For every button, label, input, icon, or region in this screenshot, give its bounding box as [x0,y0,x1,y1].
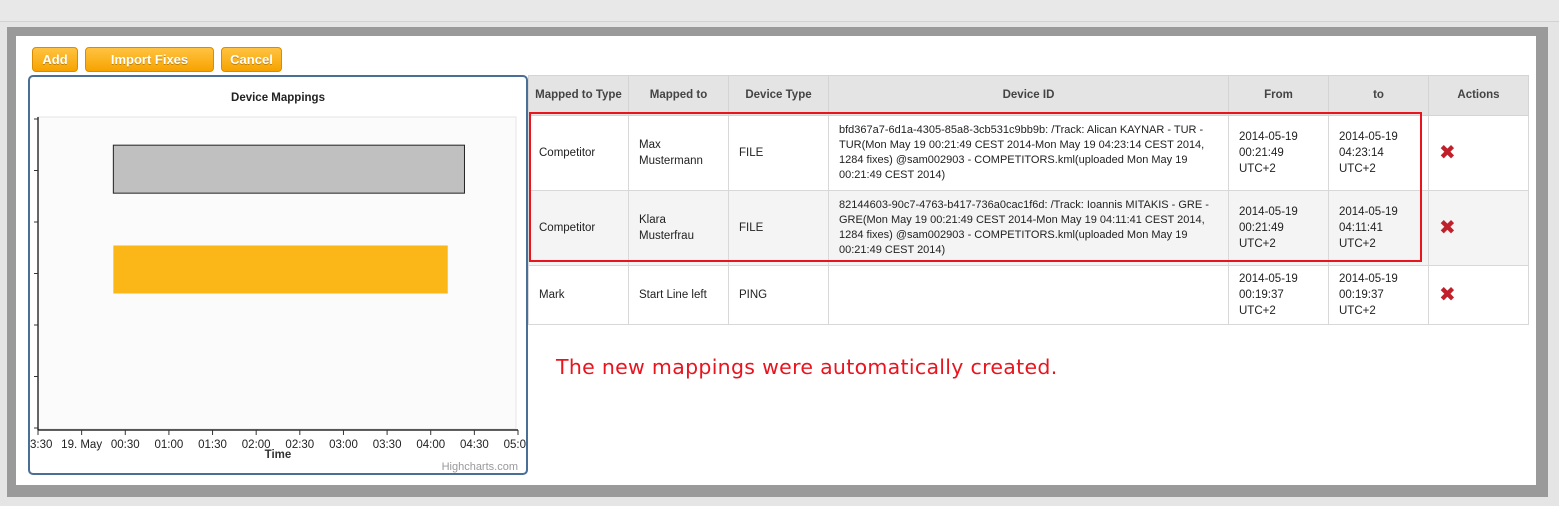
delete-icon[interactable]: ✖ [1439,143,1456,163]
cell-actions: ✖ [1428,190,1529,266]
x-tick-label: 19. May [61,439,102,451]
header-device-id[interactable]: Device ID [828,75,1229,116]
cell-to: 2014-05-19 00:19:37 UTC+2 [1328,265,1429,325]
delete-icon[interactable]: ✖ [1439,218,1456,238]
cell-type: Mark [528,265,629,325]
cell-from: 2014-05-19 00:21:49 UTC+2 [1228,190,1329,266]
x-tick-label: 03:30 [373,439,402,451]
x-tick-label: 01:30 [198,439,227,451]
import-fixes-button[interactable]: Import Fixes [85,47,214,72]
cell-actions: ✖ [1428,115,1529,191]
cell-type: Competitor [528,115,629,191]
cell-device-id [828,265,1229,325]
annotation-text: The new mappings were automatically crea… [556,355,1058,379]
browser-top-strip [0,0,1559,22]
x-tick-label: 04:30 [460,439,489,451]
header-device-type[interactable]: Device Type [728,75,829,116]
x-tick-label: 03:00 [329,439,358,451]
delete-icon[interactable]: ✖ [1439,285,1456,305]
cell-from: 2014-05-19 00:19:37 UTC+2 [1228,265,1329,325]
cell-device-id: 82144603-90c7-4763-b417-736a0cac1f6d: /T… [828,190,1229,266]
cell-device-type: FILE [728,190,829,266]
x-tick-label: 00:30 [111,439,140,451]
x-tick-label: 04:00 [416,439,445,451]
x-axis-ticks: 3:30 19. May 00:30 01:00 01:30 02:00 02:30 03:0… [30,430,526,451]
x-tick-label: 05:0 [504,439,526,451]
chart-title: Device Mappings [231,92,325,104]
cell-to: 2014-05-19 04:23:14 UTC+2 [1328,115,1429,191]
cell-mapped-to: Start Line left [628,265,729,325]
cancel-button[interactable]: Cancel [221,47,282,72]
chart-canvas: 3:30 19. May 00:30 01:00 01:30 02:00 02:30 03:0… [30,92,526,473]
cell-device-type: PING [728,265,829,325]
table-header-row: Mapped to Type Mapped to Device Type Dev… [528,75,1529,116]
header-to[interactable]: to [1328,75,1429,116]
cell-device-id: bfd367a7-6d1a-4305-85a8-3cb531c9bb9b: /T… [828,115,1229,191]
x-tick-label: 01:00 [155,439,184,451]
chart-bar-1[interactable] [112,144,465,194]
x-tick-label: 3:30 [30,439,52,451]
header-from[interactable]: From [1228,75,1329,116]
cell-mapped-to: Max Mustermann [628,115,729,191]
chart-bar-2[interactable] [113,245,448,294]
cell-to: 2014-05-19 04:11:41 UTC+2 [1328,190,1429,266]
device-mappings-chart: 3:30 19. May 00:30 01:00 01:30 02:00 02:30 03:0… [28,75,528,475]
cell-device-type: FILE [728,115,829,191]
mappings-table: Mapped to Type Mapped to Device Type Dev… [528,75,1529,325]
chart-credits[interactable]: Highcharts.com [442,461,518,473]
header-mapped-to[interactable]: Mapped to [628,75,729,116]
table-row[interactable]: Mark Start Line left PING 2014-05-19 00:… [528,265,1529,325]
x-axis-title: Time [265,449,292,461]
cell-type: Competitor [528,190,629,266]
table-row[interactable]: Competitor Klara Musterfrau FILE 8214460… [528,190,1529,266]
cell-from: 2014-05-19 00:21:49 UTC+2 [1228,115,1329,191]
cell-actions: ✖ [1428,265,1529,325]
header-actions: Actions [1428,75,1529,116]
add-button[interactable]: Add [32,47,78,72]
table-row[interactable]: Competitor Max Mustermann FILE bfd367a7-… [528,115,1529,191]
header-mapped-to-type[interactable]: Mapped to Type [528,75,629,116]
cell-mapped-to: Klara Musterfrau [628,190,729,266]
